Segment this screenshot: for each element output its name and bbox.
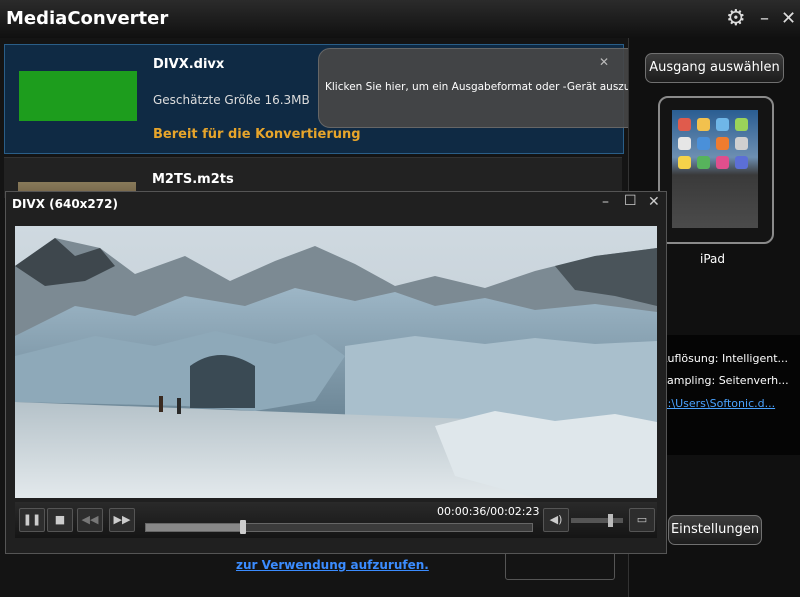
next-icon[interactable]: ▶▶ xyxy=(109,508,135,532)
fullscreen-icon[interactable]: ▭ xyxy=(629,508,655,532)
device-name: iPad xyxy=(700,252,726,266)
output-path-link[interactable]: C:\Users\Softonic.d... xyxy=(660,397,775,410)
file-size: Geschätzte Größe 16.3MB xyxy=(153,93,310,107)
player-controls: ❚❚ ■ ◀◀ ▶▶ 00:00:36/00:02:23 ◀) ▭ xyxy=(15,502,657,538)
help-link[interactable]: zur Verwendung aufzurufen. xyxy=(236,558,429,572)
volume-slider[interactable] xyxy=(571,514,623,527)
title-bar: MediaConverter ⚙ – ✕ xyxy=(0,0,800,38)
file-name: DIVX.divx xyxy=(153,57,225,72)
player-close-icon[interactable]: ✕ xyxy=(648,194,660,210)
pause-icon[interactable]: ❚❚ xyxy=(19,508,45,532)
minimize-icon[interactable]: – xyxy=(760,8,769,29)
sampling-info: Sampling: Seitenverh... xyxy=(660,374,789,387)
video-frame[interactable] xyxy=(15,226,657,498)
app-title: MediaConverter xyxy=(6,8,169,29)
volume-handle[interactable] xyxy=(608,514,613,527)
video-thumbnail xyxy=(19,71,137,121)
volume-icon[interactable]: ◀) xyxy=(543,508,569,532)
settings-button[interactable]: Einstellungen xyxy=(668,515,762,545)
convert-box[interactable] xyxy=(505,550,615,580)
video-player-window: DIVX (640x272) – ☐ ✕ ❚❚ ■ ◀◀ ▶▶ 00:00:36… xyxy=(5,191,667,554)
device-ipad-icon[interactable] xyxy=(658,96,774,244)
seek-bar[interactable] xyxy=(145,520,533,534)
tooltip-text: Klicken Sie hier, um ein Ausgabeformat o… xyxy=(325,81,672,93)
gear-icon[interactable]: ⚙ xyxy=(726,6,746,31)
app-icons-grid xyxy=(678,118,752,169)
player-maximize-icon[interactable]: ☐ xyxy=(624,193,637,209)
seek-handle[interactable] xyxy=(239,520,246,534)
select-output-button[interactable]: Ausgang auswählen xyxy=(645,53,784,83)
tooltip-close-icon[interactable]: ✕ xyxy=(599,55,609,69)
playback-time: 00:00:36/00:02:23 xyxy=(437,505,540,518)
player-minimize-icon[interactable]: – xyxy=(602,194,609,210)
file-status: Bereit für die Konvertierung xyxy=(153,127,361,142)
glacier-scene-image xyxy=(15,226,657,498)
output-tooltip: ✕ Klicken Sie hier, um ein Ausgabeformat… xyxy=(318,48,672,128)
player-title: DIVX (640x272) xyxy=(12,197,118,211)
seek-progress xyxy=(146,524,243,531)
stop-icon[interactable]: ■ xyxy=(47,508,73,532)
close-icon[interactable]: ✕ xyxy=(781,8,796,29)
ipad-screen xyxy=(672,110,758,228)
previous-icon[interactable]: ◀◀ xyxy=(77,508,103,532)
resolution-info: Auflösung: Intelligent... xyxy=(660,352,789,365)
file-name: M2TS.m2ts xyxy=(152,172,234,187)
